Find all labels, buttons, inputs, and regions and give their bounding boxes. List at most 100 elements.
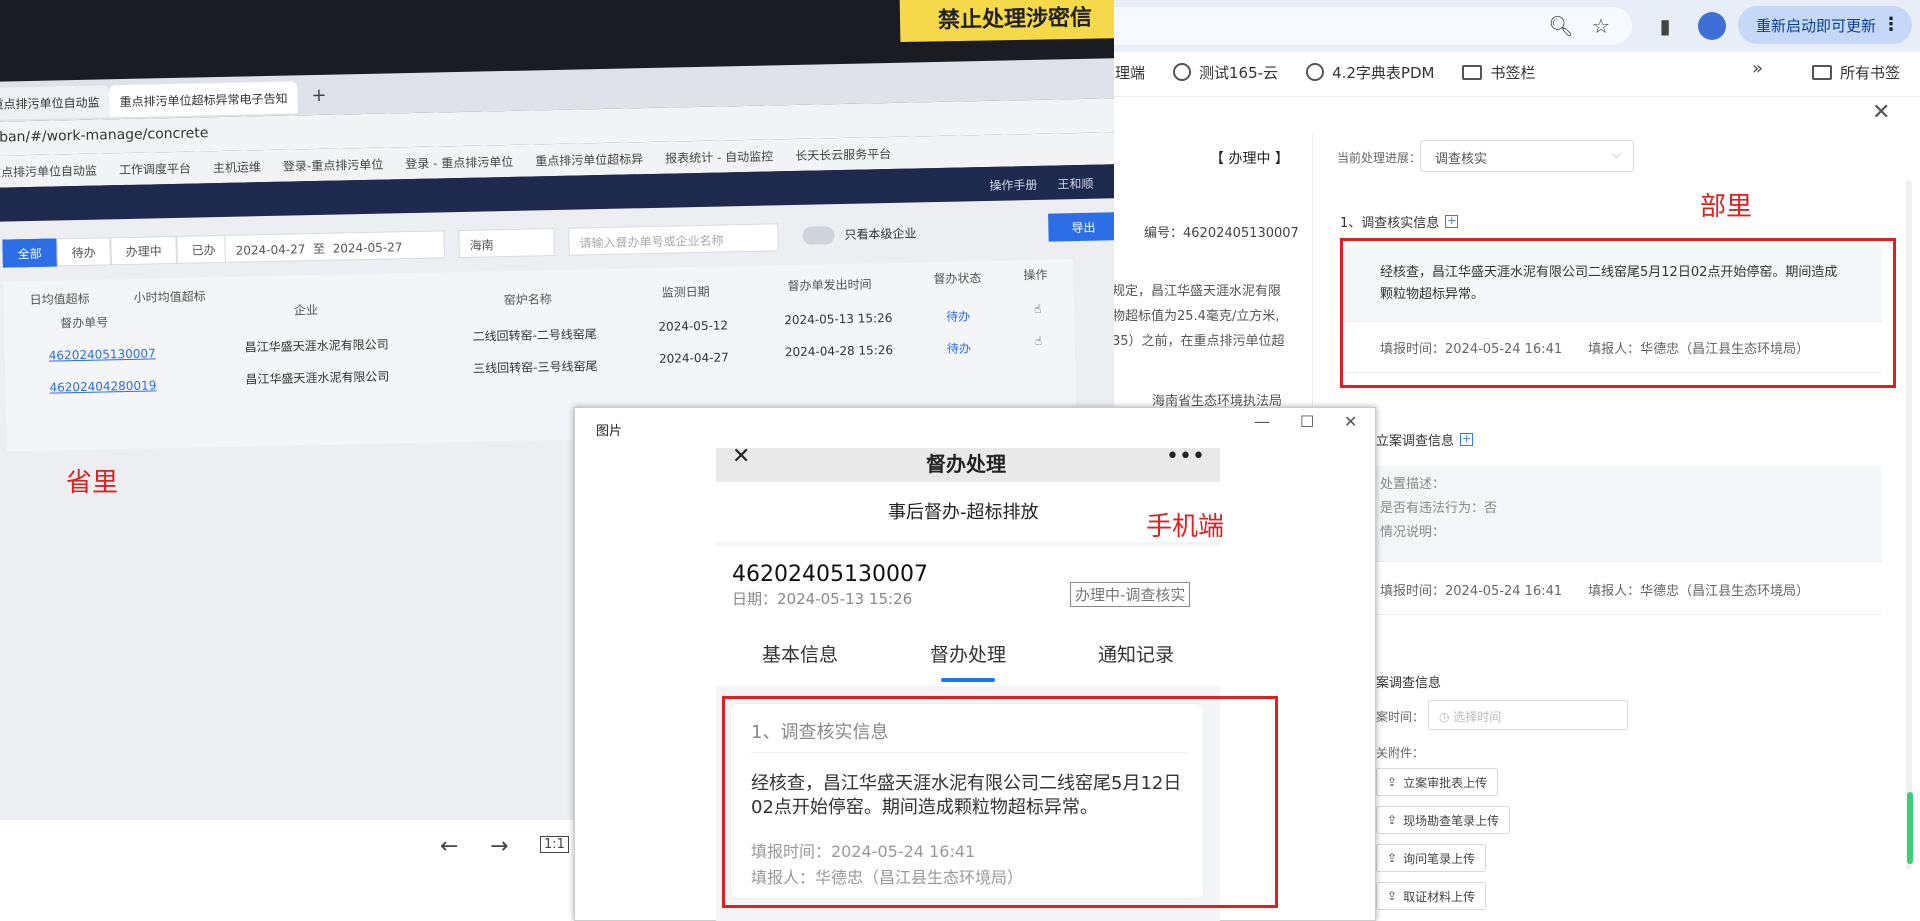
photo-row-date: 2024-05-12	[658, 318, 729, 334]
close-icon[interactable]: ✕	[1872, 100, 1890, 125]
progress-select[interactable]: 调查核实 ⌵	[1420, 140, 1634, 172]
photo-toggle-label: 只看本级企业	[844, 226, 917, 242]
actual-size-icon[interactable]: 1:1	[540, 836, 569, 853]
photo-row-date: 2024-04-27	[658, 350, 729, 366]
photo-row-kiln: 三线回转窑-三号线窑尾	[473, 359, 598, 376]
upload-button[interactable]: ⇪ 取证材料上传	[1376, 882, 1487, 910]
star-bookmark-icon[interactable]: ☆	[1586, 11, 1616, 41]
photo-region-select: 海南	[458, 228, 555, 259]
photo-filter-tabs: 全部 待办 办理中 已办	[2, 234, 231, 268]
photo-row-status: 待办	[946, 341, 972, 356]
more-icon: •••	[1166, 444, 1205, 469]
case-note-box: 处置描述： 是否有违法行为：否 情况说明：	[1342, 466, 1882, 562]
photo-row-no: 46202404280019	[49, 378, 157, 395]
phone-nav-bar: ✕ 督办处理 •••	[716, 444, 1220, 482]
photo-row-company: 昌江华盛天涯水泥有限公司	[244, 337, 389, 355]
new-tab-icon: +	[311, 84, 327, 107]
expand-icon[interactable]: +	[1445, 215, 1459, 228]
scrollbar[interactable]	[1906, 180, 1912, 870]
section-verify-title: 1、调查核实信息 +	[1340, 214, 1459, 231]
photo-row-sent: 2024-05-13 15:26	[784, 310, 893, 328]
detail-text-line: 物超标值为25.4毫克/立方米,	[1112, 309, 1280, 324]
upload-icon: ⇪	[1387, 851, 1398, 865]
order-code: 编号：46202405130007	[1144, 226, 1299, 241]
phone-date: 日期：2024-05-13 15:26	[732, 590, 913, 608]
zoom-icon[interactable]: 🔍︎	[1546, 11, 1576, 41]
phone-subtitle-bar: 事后督办-超标排放	[716, 482, 1220, 542]
globe-icon	[1173, 63, 1192, 81]
relaunch-update-button[interactable]: 重新启动即可更新 ⋮	[1738, 6, 1912, 44]
bookmark-item[interactable]: 4.2字典表PDM	[1306, 62, 1434, 83]
clock-icon: ◷	[1439, 710, 1454, 724]
phone-status-badge: 办理中-调查核实	[1070, 582, 1191, 607]
bookmarks-bar: 管理端 测试165-云 4.2字典表PDM 书签栏	[1100, 56, 1535, 88]
upload-button[interactable]: ⇪ 立案审批表上传	[1376, 768, 1499, 796]
folder-icon	[1462, 64, 1483, 80]
upload-button[interactable]: ⇪ 现场勘查笔录上传	[1376, 806, 1511, 834]
photo-search-input: 请输入督办单号或企业名称	[568, 223, 779, 256]
filler: 填报人：华德忠（昌江县生态环境局）	[1588, 584, 1810, 599]
phone-subtitle: 事后督办-超标排放	[888, 502, 1039, 523]
progress-value: 调查核实	[1435, 152, 1488, 167]
mobile-highlight-frame	[722, 696, 1278, 908]
expand-icon[interactable]: +	[1460, 433, 1474, 446]
photo-toggle	[802, 226, 835, 245]
case-desc: 处置描述：	[1380, 477, 1446, 492]
mobile-label: 手机端	[1146, 512, 1225, 542]
progress-label: 当前处理进展：	[1337, 151, 1422, 165]
bookmarks-overflow-icon[interactable]: »	[1752, 58, 1763, 79]
close-icon[interactable]: ✕	[1344, 412, 1357, 431]
photo-tab: 重点排污单位自动监	[0, 85, 110, 120]
divider	[1342, 614, 1882, 615]
menu-dots-icon[interactable]: ⋮	[1882, 14, 1900, 35]
upload-icon: ⇪	[1387, 813, 1398, 827]
attachments-label: 关附件：	[1376, 746, 1425, 760]
photo-col-header: 督办单号	[60, 315, 109, 331]
upload-icon: ⇪	[1387, 775, 1398, 789]
photo-col-header: 督办单发出时间	[787, 277, 872, 294]
photo-row-company: 昌江华盛天涯水泥有限公司	[245, 369, 390, 387]
upload-button[interactable]: ⇪ 询问笔录上传	[1376, 844, 1487, 872]
section-case-form-title: 案调查信息	[1376, 676, 1442, 691]
photo-row-status: 待办	[946, 309, 971, 324]
photo-check-daily: 日均值超标	[29, 291, 90, 308]
photo-check-hourly: 小时均值超标	[133, 289, 206, 305]
photo-row-kiln: 二线回转窑-二号线窑尾	[472, 327, 597, 344]
photo-col-header: 企业	[293, 302, 319, 318]
maximize-icon[interactable]: ☐	[1300, 412, 1314, 431]
bookmark-item[interactable]: 测试165-云	[1173, 62, 1278, 83]
section-case-title: 立案调查信息 +	[1376, 432, 1474, 449]
upload-icon: ⇪	[1387, 889, 1398, 903]
folder-icon	[1812, 64, 1832, 80]
phone-tab-process: 督办处理	[930, 644, 1007, 666]
case-illegal: 是否有违法行为：否	[1380, 501, 1498, 516]
photo-col-header: 操作	[1023, 267, 1048, 283]
detail-text-line: 规定，昌江华盛天涯水泥有限	[1112, 284, 1282, 299]
confidential-banner: 禁止处理涉密信	[899, 0, 1114, 43]
photo-export-button: 导出	[1048, 212, 1114, 242]
side-panel-icon[interactable]: ▮	[1650, 11, 1680, 41]
viewer-title: 图片	[596, 424, 623, 439]
minimize-icon[interactable]: —	[1254, 412, 1270, 431]
hand-pointer-icon: ☝	[1034, 333, 1043, 348]
all-bookmarks-button[interactable]: 所有书签	[1812, 56, 1900, 88]
case-meta: 填报时间：2024-05-24 16:41 填报人：华德忠（昌江县生态环境局）	[1380, 580, 1809, 599]
bookmark-folder[interactable]: 书签栏	[1462, 62, 1535, 83]
photo-col-header: 窑炉名称	[503, 292, 552, 308]
profile-avatar[interactable]	[1698, 12, 1726, 40]
photo-tab-active: 重点排污单位超标异常电子告知	[109, 81, 298, 118]
arrow-left-icon[interactable]: ←	[440, 834, 458, 859]
arrow-right-icon[interactable]: →	[490, 834, 508, 859]
globe-icon	[1306, 63, 1325, 81]
detail-text-line: 35）之前，在重点排污单位超	[1112, 334, 1285, 349]
chevron-down-icon: ⌵	[1611, 147, 1621, 161]
phone-tab-notify: 通知记录	[1098, 644, 1175, 666]
ministry-highlight-frame	[1340, 238, 1896, 388]
province-label: 省里	[66, 468, 119, 498]
photo-col-header: 督办状态	[933, 271, 982, 287]
close-icon: ✕	[732, 444, 751, 469]
photo-col-header: 监测日期	[661, 284, 710, 300]
case-note: 情况说明：	[1380, 525, 1446, 540]
case-time-input[interactable]: ◷ 选择时间	[1428, 700, 1628, 730]
scroll-indicator	[1907, 792, 1913, 864]
